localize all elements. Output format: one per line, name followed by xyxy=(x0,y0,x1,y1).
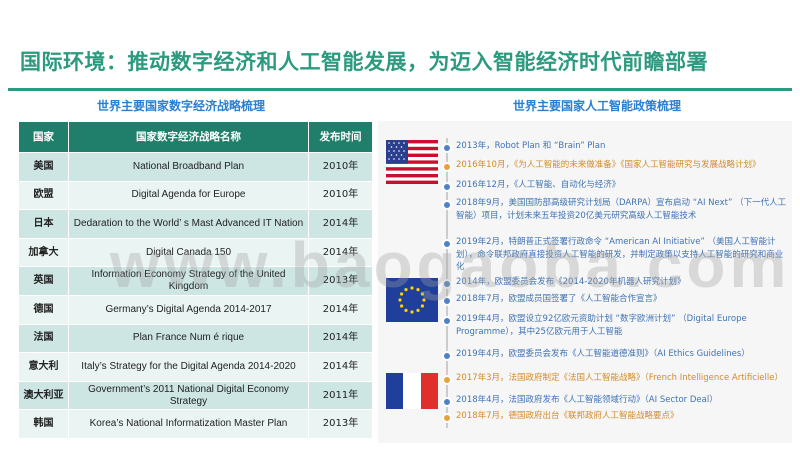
country-cell: 意大利 xyxy=(18,352,69,382)
country-cell: 加拿大 xyxy=(18,237,69,268)
page-title: 国际环境：推动数字经济和人工智能发展，为迈入智能经济时代前瞻部署 xyxy=(20,50,708,74)
year-cell: 2010年 xyxy=(308,180,373,211)
timeline-event: 2013年，Robot Plan 和 “Brain” Plan xyxy=(456,141,606,151)
us-flag-icon xyxy=(386,140,438,184)
table-row: 法国 Plan France Num é rique 2014年 xyxy=(18,323,373,354)
timeline-dot xyxy=(442,200,452,210)
timeline-dot xyxy=(442,182,452,192)
year-cell: 2011年 xyxy=(308,380,373,411)
table-header-row: 国家 国家数字经济战略名称 发布时间 xyxy=(18,121,373,153)
header-strategy: 国家数字经济战略名称 xyxy=(68,121,309,153)
table-row: 韩国 Korea’s National Informatization Maste… xyxy=(18,409,373,439)
country-cell: 德国 xyxy=(18,294,69,325)
strategy-cell: National Broadband Plan xyxy=(68,152,309,182)
year-cell: 2014年 xyxy=(308,352,373,382)
table-row: 美国 National Broadband Plan 2010年 xyxy=(18,152,373,182)
timeline-event: 2016年10月，《为人工智能的未来做准备》《国家人工智能研究与发展战略计划》 xyxy=(456,160,761,170)
timeline-dot xyxy=(442,351,452,361)
country-cell: 澳大利亚 xyxy=(18,380,69,411)
timeline-dot xyxy=(442,143,452,153)
strategy-cell: Italy’s Strategy for the Digital Agenda … xyxy=(68,352,309,382)
timeline-event: 2017年3月，法国政府制定《法国人工智能战略》（French Intellig… xyxy=(456,373,783,383)
table-row: 欧盟 Digital Agenda for Europe 2010年 xyxy=(18,180,373,211)
title-underline xyxy=(8,88,792,91)
table-row: 意大利 Italy’s Strategy for the Digital Agen… xyxy=(18,352,373,382)
france-flag-icon xyxy=(386,373,438,409)
header-year: 发布时间 xyxy=(308,121,373,153)
left-subtitle: 世界主要国家数字经济战略梳理 xyxy=(97,99,266,113)
timeline-event: 2018年9月，美国国防部高级研究计划局（DARPA）宣布启动 “AI Next… xyxy=(456,198,787,221)
strategy-cell: Digital Agenda for Europe xyxy=(68,180,309,211)
right-subtitle: 世界主要国家人工智能政策梳理 xyxy=(513,99,682,113)
strategy-cell: Government’s 2011 National Digital Econo… xyxy=(68,380,309,411)
timeline-dot xyxy=(442,316,452,326)
timeline-dot xyxy=(442,413,452,423)
year-cell: 2013年 xyxy=(308,409,373,439)
strategy-cell: Plan France Num é rique xyxy=(68,323,309,354)
timeline-dot xyxy=(442,162,452,172)
watermark: www.baogaoba.com xyxy=(110,229,791,301)
timeline-event: 2019年4月，欧盟设立92亿欧元资助计划 “数字欧洲计划” （Digital … xyxy=(456,314,747,337)
table-row: 澳大利亚 Government’s 2011 National Digital E… xyxy=(18,380,373,411)
timeline-dot xyxy=(442,397,452,407)
timeline-event: 2019年4月，欧盟委员会发布《人工智能道德准则》（AI Ethics Guid… xyxy=(456,349,750,359)
country-cell: 韩国 xyxy=(18,409,69,439)
year-cell: 2014年 xyxy=(308,323,373,354)
header-country: 国家 xyxy=(18,121,69,153)
country-cell: 日本 xyxy=(18,209,69,239)
strategy-cell: Korea’s National Informatization Master … xyxy=(68,409,309,439)
country-cell: 法国 xyxy=(18,323,69,354)
country-cell: 英国 xyxy=(18,266,69,296)
timeline-event: 2018年4月，法国政府发布《人工智能领域行动》（AI Sector Deal） xyxy=(456,395,718,405)
country-cell: 美国 xyxy=(18,152,69,182)
country-cell: 欧盟 xyxy=(18,180,69,211)
timeline-event: 2018年7月，德国政府出台《联邦政府人工智能战略要点》 xyxy=(456,411,679,421)
timeline-dot xyxy=(442,375,452,385)
year-cell: 2010年 xyxy=(308,152,373,182)
timeline-event: 2016年12月，《人工智能、自动化与经济》 xyxy=(456,180,621,190)
